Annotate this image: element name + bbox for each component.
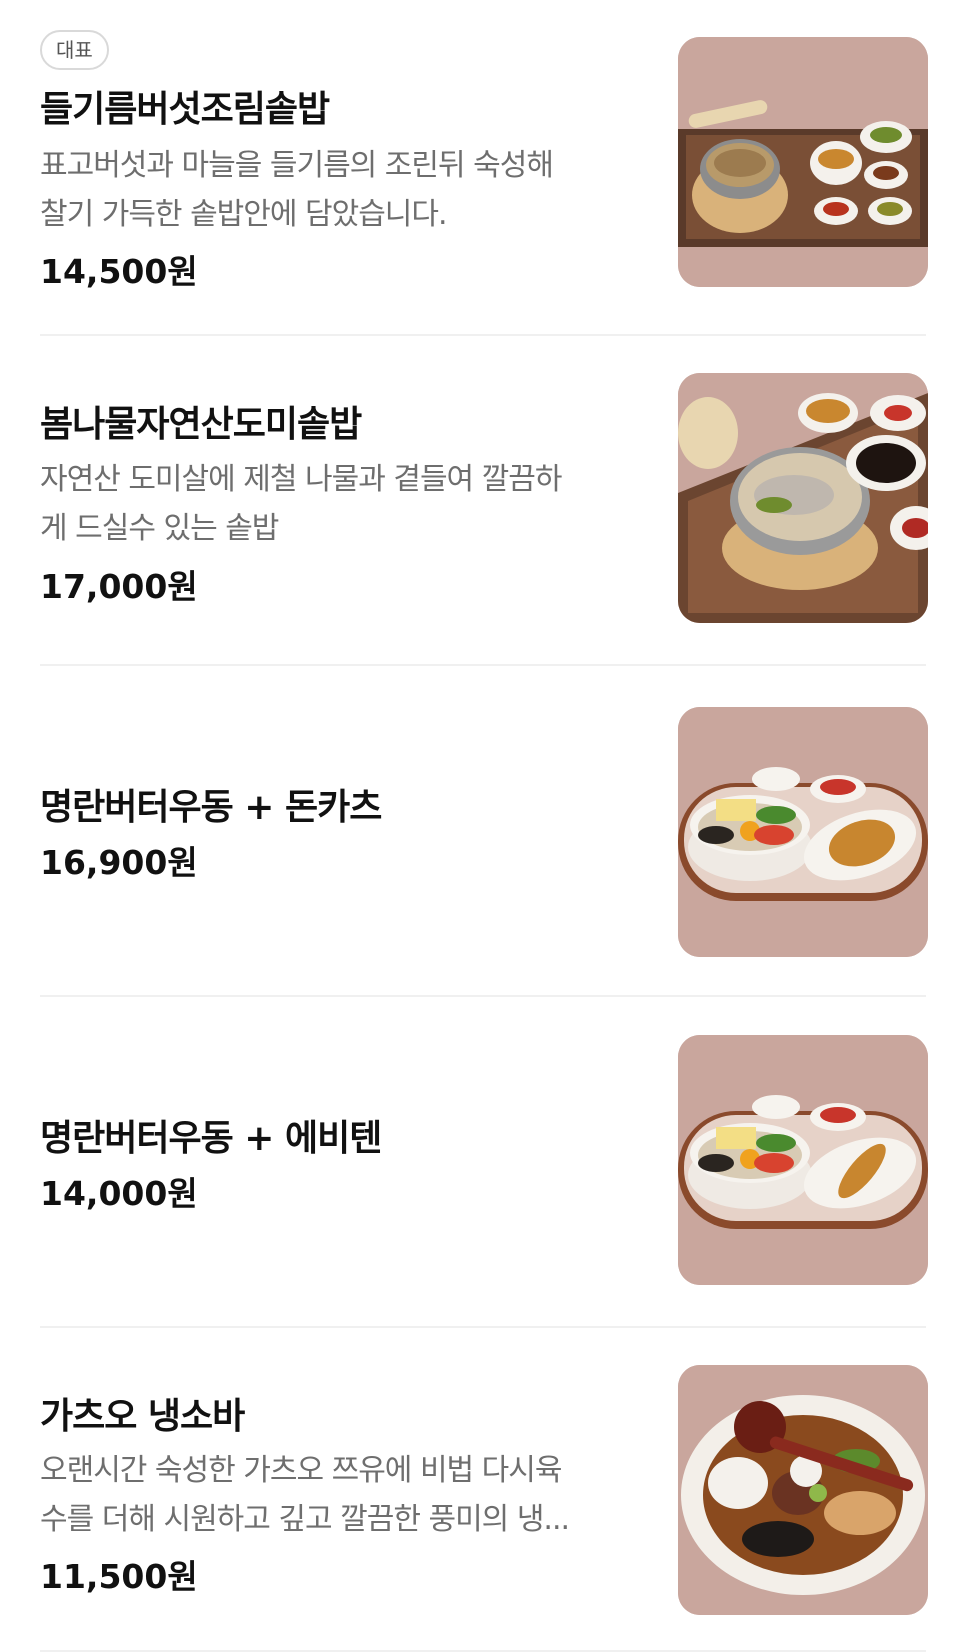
menu-item-description: 표고버섯과 마늘을 들기름의 조린뒤 숙성해 찰기 가득한 솥밥안에 담았습니다… xyxy=(40,141,640,239)
menu-item-udon-ebiten[interactable]: 명란버터우동 + 에비텐 14,000원 xyxy=(0,997,966,1328)
dish-photo-udon-tonkatsu-icon xyxy=(678,707,928,957)
dish-photo-udon-ebiten-icon xyxy=(678,1035,928,1285)
menu-item-price: 16,900원 xyxy=(40,843,198,882)
menu-item-price: 14,000원 xyxy=(40,1174,198,1213)
menu-item-price: 11,500원 xyxy=(40,1557,198,1596)
menu-item-price: 14,500원 xyxy=(40,252,198,291)
description-line: 오랜시간 숙성한 가츠오 쯔유에 비법 다시육 xyxy=(40,1453,562,1488)
signature-badge: 대표 xyxy=(40,30,109,70)
menu-list: 대표 들기름버섯조림솥밥 표고버섯과 마늘을 들기름의 조린뒤 숙성해 찰기 가… xyxy=(0,0,966,1652)
description-line: 게 드실수 있는 솥밥 xyxy=(40,511,279,546)
menu-item-name: 들기름버섯조림솥밥 xyxy=(40,89,330,130)
menu-item-udon-tonkatsu[interactable]: 명란버터우동 + 돈카츠 16,900원 xyxy=(0,666,966,997)
description-line: 표고버섯과 마늘을 들기름의 조린뒤 숙성해 xyxy=(40,148,554,183)
description-line: 자연산 도미살에 제철 나물과 곁들여 깔끔하 xyxy=(40,462,562,497)
dish-photo[interactable] xyxy=(678,37,928,287)
dish-photo[interactable] xyxy=(678,1365,928,1615)
menu-item-name: 봄나물자연산도미솥밥 xyxy=(40,404,362,445)
menu-item-name: 가츠오 냉소바 xyxy=(40,1396,245,1437)
menu-item-description: 자연산 도미살에 제철 나물과 곁들여 깔끔하 게 드실수 있는 솥밥 xyxy=(40,455,640,553)
description-line: 찰기 가득한 솥밥안에 담았습니다. xyxy=(40,197,448,232)
menu-item-sea-bream[interactable]: 봄나물자연산도미솥밥 자연산 도미살에 제철 나물과 곁들여 깔끔하 게 드실수… xyxy=(0,336,966,666)
menu-item-name: 명란버터우동 + 에비텐 xyxy=(40,1118,382,1159)
menu-item-name: 명란버터우동 + 돈카츠 xyxy=(40,787,382,828)
dish-photo-sea-bream-icon xyxy=(678,373,928,623)
dish-photo[interactable] xyxy=(678,707,928,957)
dish-photo-katsuo-soba-icon xyxy=(678,1365,928,1615)
menu-item-price: 17,000원 xyxy=(40,567,198,606)
menu-item-perilla-mushroom[interactable]: 대표 들기름버섯조림솥밥 표고버섯과 마늘을 들기름의 조린뒤 숙성해 찰기 가… xyxy=(0,0,966,336)
description-line: 수를 더해 시원하고 깊고 깔끔한 풍미의 냉... xyxy=(40,1502,570,1537)
menu-item-description: 오랜시간 숙성한 가츠오 쯔유에 비법 다시육 수를 더해 시원하고 깊고 깔끔… xyxy=(40,1446,640,1544)
menu-item-katsuo-soba[interactable]: 가츠오 냉소바 오랜시간 숙성한 가츠오 쯔유에 비법 다시육 수를 더해 시원… xyxy=(0,1328,966,1652)
dish-photo-perilla-mushroom-icon xyxy=(678,37,928,287)
dish-photo[interactable] xyxy=(678,1035,928,1285)
dish-photo[interactable] xyxy=(678,373,928,623)
